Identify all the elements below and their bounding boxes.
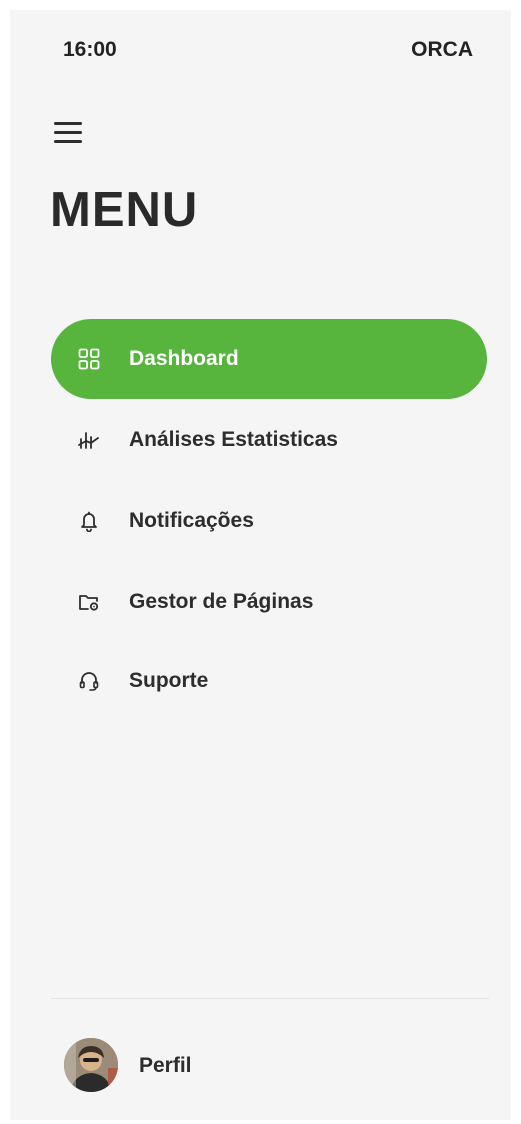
nav-item-label: Análises Estatisticas [129, 428, 338, 451]
folder-settings-icon [79, 595, 99, 611]
nav-item-dashboard[interactable]: Dashboard [51, 319, 487, 399]
grid-icon [78, 348, 100, 370]
headset-icon [79, 672, 99, 691]
hamburger-menu-icon[interactable] [54, 120, 84, 146]
nav-item-notifications[interactable]: Notificações [51, 481, 487, 561]
nav-item-label: Gestor de Páginas [129, 590, 314, 613]
nav-item-label: Notificações [129, 509, 254, 532]
nav-item-analytics[interactable]: Análises Estatisticas [51, 400, 487, 480]
page-title: MENU [50, 183, 199, 237]
nav-item-label: Dashboard [129, 347, 239, 370]
profile-label: Perfil [139, 1054, 192, 1077]
status-carrier: ORCA [411, 38, 473, 61]
nav-item-label: Suporte [129, 669, 209, 692]
chart-icon [78, 432, 99, 449]
divider [51, 998, 489, 999]
nav-item-support[interactable]: Suporte [51, 641, 487, 721]
menu-screen: 16:00 ORCA MENU Dashboard Análises Estat… [10, 10, 511, 1120]
status-time: 16:00 [63, 38, 117, 61]
avatar [64, 1038, 118, 1092]
profile-link[interactable]: Perfil [64, 1038, 264, 1094]
bell-icon [81, 511, 97, 532]
nav-item-page-manager[interactable]: Gestor de Páginas [51, 562, 487, 642]
